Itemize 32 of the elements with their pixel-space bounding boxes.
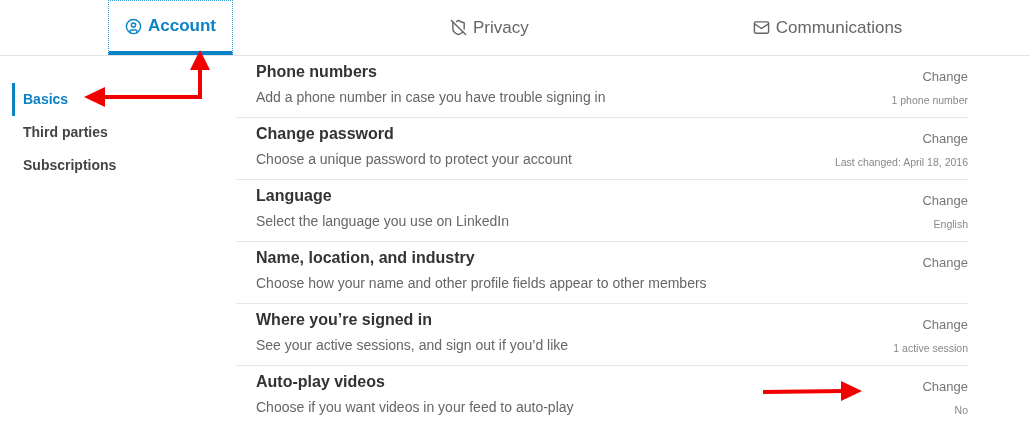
setting-title: Phone numbers xyxy=(256,62,377,82)
setting-detail: No xyxy=(954,403,968,417)
change-link[interactable]: Change xyxy=(922,193,968,209)
sidebar-item[interactable]: Third parties xyxy=(12,116,108,149)
tab[interactable]: Account xyxy=(108,0,233,55)
user-icon xyxy=(125,17,142,35)
change-link[interactable]: Change xyxy=(922,131,968,147)
setting-title: Where you’re signed in xyxy=(256,310,433,330)
change-link[interactable]: Change xyxy=(922,69,968,85)
mail-icon xyxy=(752,19,770,36)
setting-description: Choose a unique password to protect your account xyxy=(256,150,572,169)
change-link[interactable]: Change xyxy=(922,379,968,395)
setting-detail: 1 phone number xyxy=(891,93,968,107)
setting-description: Add a phone number in case you have trouble signing in xyxy=(256,88,606,107)
change-link[interactable]: Change xyxy=(922,255,968,271)
tab[interactable]: Communications xyxy=(735,0,920,55)
sidebar-item[interactable]: Basics xyxy=(12,83,69,116)
setting-title: Language xyxy=(256,186,332,206)
change-link[interactable]: Change xyxy=(922,317,968,333)
sidebar-item[interactable]: Subscriptions xyxy=(12,149,117,182)
setting-description: Choose if you want videos in your feed to auto-play xyxy=(256,398,574,417)
setting-detail: English xyxy=(933,217,968,231)
setting-detail: Last changed: April 18, 2016 xyxy=(834,155,968,169)
setting-description: Choose how your name and other profile fields appear to other members xyxy=(256,274,707,293)
setting-description: See your active sessions, and sign out if you’d like xyxy=(256,336,569,355)
setting-title: Change password xyxy=(256,124,394,144)
shield-icon xyxy=(450,19,467,36)
setting-detail: 1 active session xyxy=(893,341,968,355)
setting-title: Name, location, and industry xyxy=(256,248,475,268)
setting-title: Auto-play videos xyxy=(256,372,385,392)
setting-description: Select the language you use on LinkedIn xyxy=(256,212,509,231)
tab[interactable]: Privacy xyxy=(433,0,546,55)
